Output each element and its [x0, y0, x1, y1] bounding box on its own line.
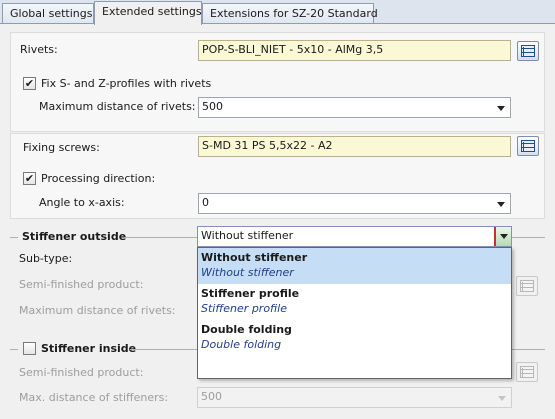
max-stiffener-distance-value: 500 — [201, 390, 222, 403]
rivets-library-button[interactable] — [517, 41, 539, 61]
processing-direction-label: Processing direction: — [41, 172, 156, 185]
max-stiffener-distance-label: Max. distance of stiffeners: — [19, 391, 169, 404]
semi-finished-inside-library-button[interactable] — [516, 362, 538, 382]
subtype-label: Sub-type: — [19, 252, 73, 265]
subtype-dropdown-list: Without stiffener Without stiffener Stif… — [197, 247, 512, 379]
option-title: Double folding — [201, 323, 292, 336]
angle-x-axis-label: Angle to x-axis: — [39, 196, 125, 209]
semi-finished-label: Semi-finished product: — [19, 278, 144, 291]
option-title: Without stiffener — [201, 251, 308, 264]
tab-global-settings[interactable]: Global settings — [2, 3, 94, 24]
fix-profiles-checkbox[interactable]: ✔ — [23, 77, 36, 90]
rivets-field[interactable]: POP-S-BLI_NIET - 5x10 - AlMg 3,5 — [198, 40, 511, 61]
rivets-panel: Rivets: POP-S-BLI_NIET - 5x10 - AlMg 3,5… — [10, 32, 545, 132]
screws-panel: Fixing screws: S-MD 31 PS 5,5x22 - A2 ✔ … — [10, 133, 545, 219]
processing-direction-checkbox[interactable]: ✔ — [23, 172, 36, 185]
fixing-screws-label: Fixing screws: — [23, 141, 100, 154]
tab-bar: Global settings Extended settings Extens… — [0, 0, 555, 25]
subtype-select[interactable]: Without stiffener — [197, 226, 512, 247]
stiffener-inside-checkbox[interactable] — [23, 342, 36, 355]
stiffener-outside-title: Stiffener outside — [22, 230, 127, 243]
option-title: Stiffener profile — [201, 287, 300, 300]
max-stiffener-distance-select[interactable]: 500 — [197, 387, 512, 408]
fix-profiles-label: Fix S- and Z-profiles with rivets — [41, 77, 212, 90]
option-subtitle: Without stiffener — [201, 266, 294, 279]
fixing-screws-field[interactable]: S-MD 31 PS 5,5x22 - A2 — [198, 136, 511, 157]
max-rivet-distance-value: 500 — [202, 100, 223, 113]
max-rivets-outside-label: Maximum distance of rivets: — [19, 304, 176, 317]
option-subtitle: Double folding — [201, 338, 282, 351]
rivets-label: Rivets: — [20, 43, 58, 56]
group-divider — [10, 349, 18, 350]
chevron-down-icon — [498, 396, 506, 401]
option-subtitle: Stiffener profile — [201, 302, 287, 315]
subtype-value: Without stiffener — [201, 229, 294, 242]
option-without-stiffener[interactable]: Without stiffener Without stiffener — [198, 248, 511, 284]
max-rivet-distance-select[interactable]: 500 — [198, 97, 511, 118]
semi-finished-library-button[interactable] — [516, 276, 538, 296]
tab-extensions-sz20[interactable]: Extensions for SZ-20 Standard — [202, 3, 378, 24]
chevron-down-icon — [497, 202, 505, 207]
semi-finished-inside-label: Semi-finished product: — [19, 366, 144, 379]
angle-x-axis-value: 0 — [202, 196, 209, 209]
screws-library-button[interactable] — [517, 136, 539, 156]
max-rivet-distance-label: Maximum distance of rivets: — [39, 100, 196, 113]
group-divider — [10, 237, 18, 238]
tab-extended-settings[interactable]: Extended settings — [94, 1, 202, 25]
chevron-down-icon — [497, 106, 505, 111]
angle-x-axis-select[interactable]: 0 — [198, 193, 511, 214]
option-double-folding[interactable]: Double folding Double folding — [198, 320, 511, 356]
chevron-down-icon — [500, 234, 508, 239]
subtype-dropdown-button[interactable] — [494, 227, 511, 246]
option-stiffener-profile[interactable]: Stiffener profile Stiffener profile — [198, 284, 511, 320]
stiffener-inside-title: Stiffener inside — [41, 342, 137, 355]
